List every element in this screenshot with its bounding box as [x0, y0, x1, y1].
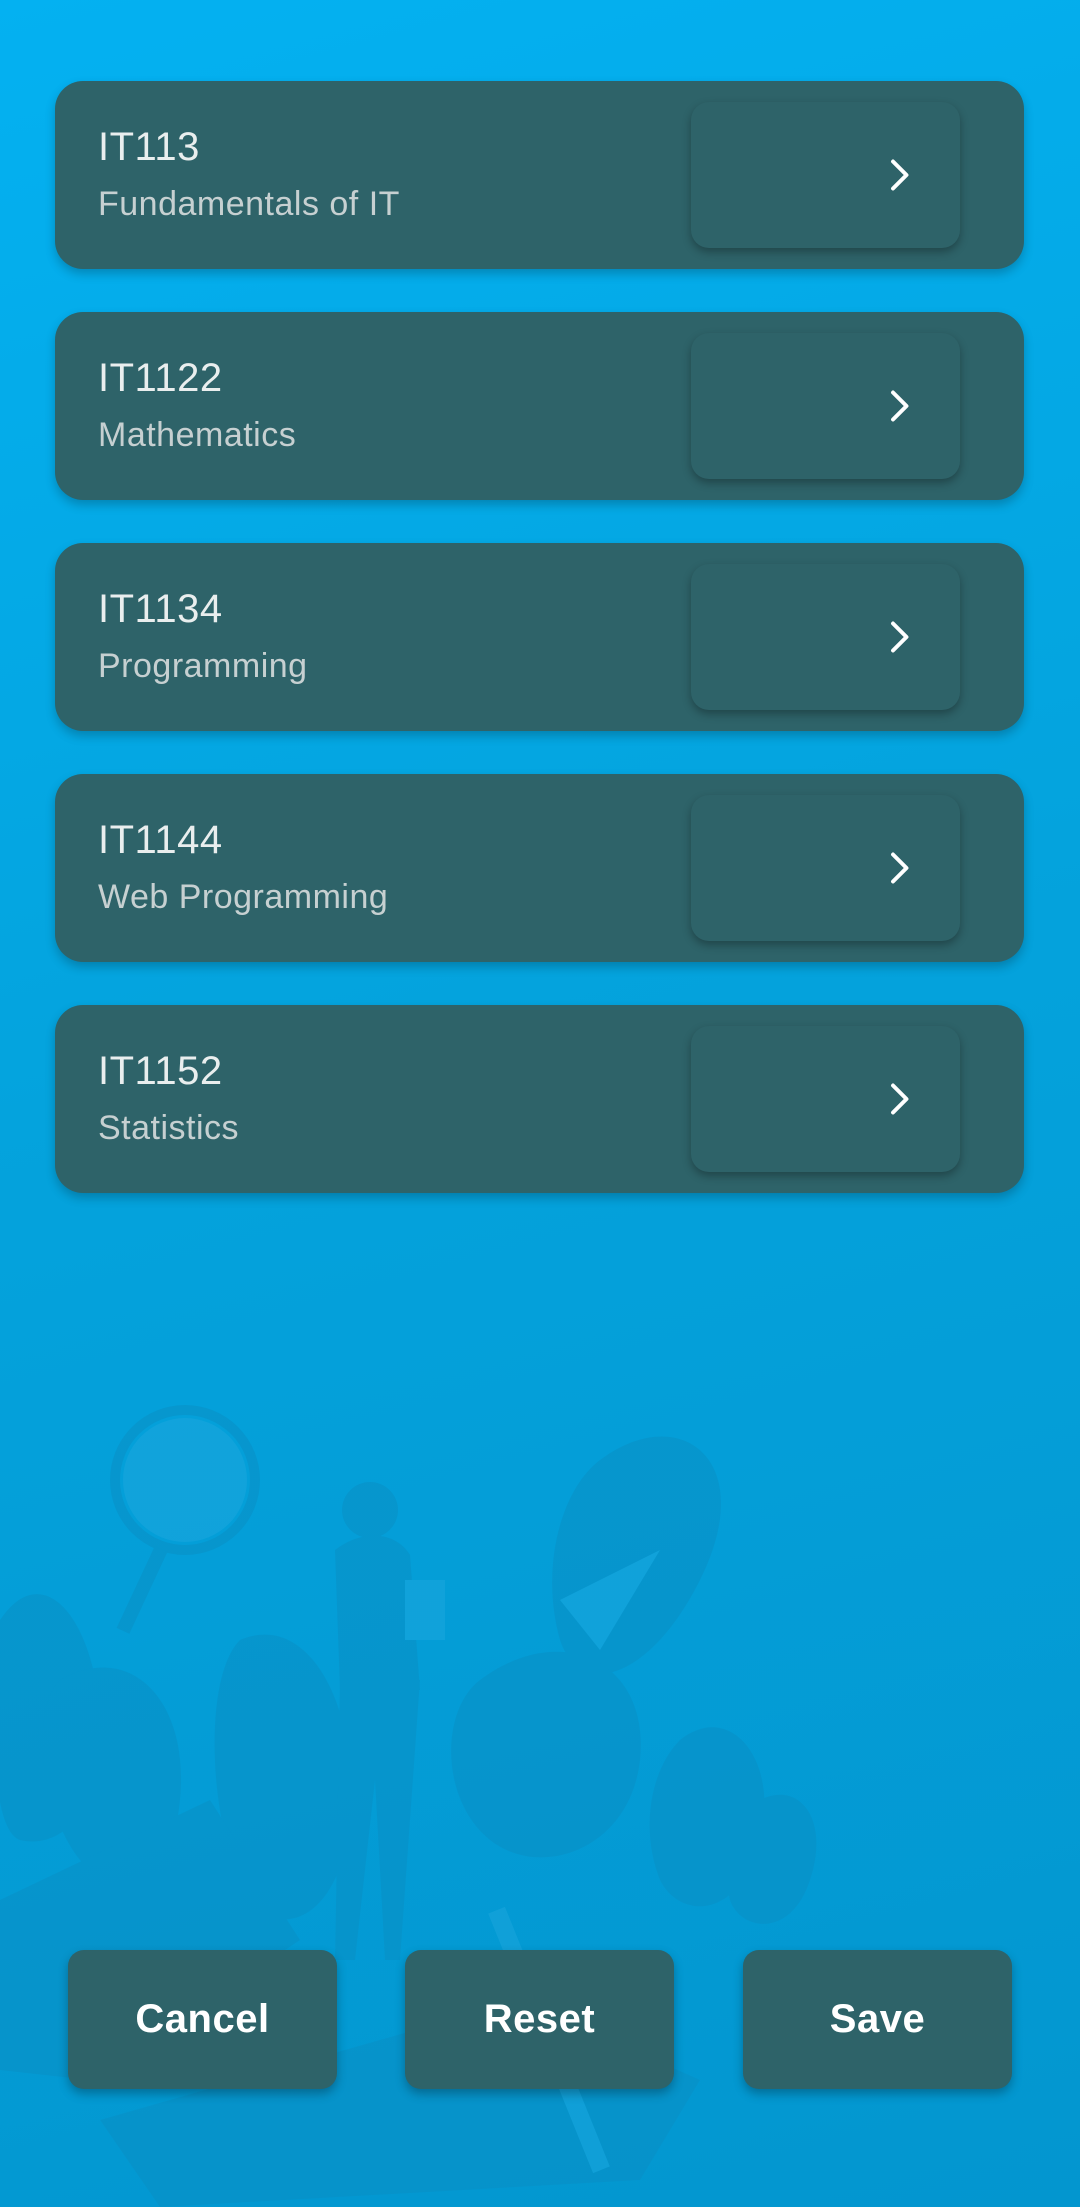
course-card[interactable]: IT113 Fundamentals of IT: [55, 81, 1024, 269]
course-code: IT1144: [98, 818, 223, 862]
course-card[interactable]: IT1144 Web Programming: [55, 774, 1024, 962]
chevron-right-icon: [891, 852, 909, 884]
course-name: Programming: [98, 647, 308, 685]
course-card[interactable]: IT1122 Mathematics: [55, 312, 1024, 500]
open-course-button[interactable]: [691, 333, 960, 479]
course-code: IT113: [98, 125, 200, 169]
open-course-button[interactable]: [691, 564, 960, 710]
reset-button[interactable]: Reset: [405, 1950, 674, 2089]
course-name: Mathematics: [98, 416, 297, 454]
action-bar: Cancel Reset Save: [0, 1950, 1080, 2089]
chevron-right-icon: [891, 390, 909, 422]
chevron-right-icon: [891, 621, 909, 653]
course-code: IT1134: [98, 587, 223, 631]
course-card[interactable]: IT1152 Statistics: [55, 1005, 1024, 1193]
cancel-button[interactable]: Cancel: [68, 1950, 337, 2089]
course-card[interactable]: IT1134 Programming: [55, 543, 1024, 731]
course-code: IT1152: [98, 1049, 223, 1093]
open-course-button[interactable]: [691, 795, 960, 941]
course-name: Statistics: [98, 1109, 240, 1147]
chevron-right-icon: [891, 1083, 909, 1115]
open-course-button[interactable]: [691, 1026, 960, 1172]
chevron-right-icon: [891, 159, 909, 191]
open-course-button[interactable]: [691, 102, 960, 248]
save-button[interactable]: Save: [743, 1950, 1012, 2089]
course-name: Fundamentals of IT: [98, 185, 400, 223]
course-code: IT1122: [98, 356, 223, 400]
course-list: IT113 Fundamentals of IT IT1122 Mathemat…: [55, 81, 1024, 1236]
course-name: Web Programming: [98, 878, 389, 916]
